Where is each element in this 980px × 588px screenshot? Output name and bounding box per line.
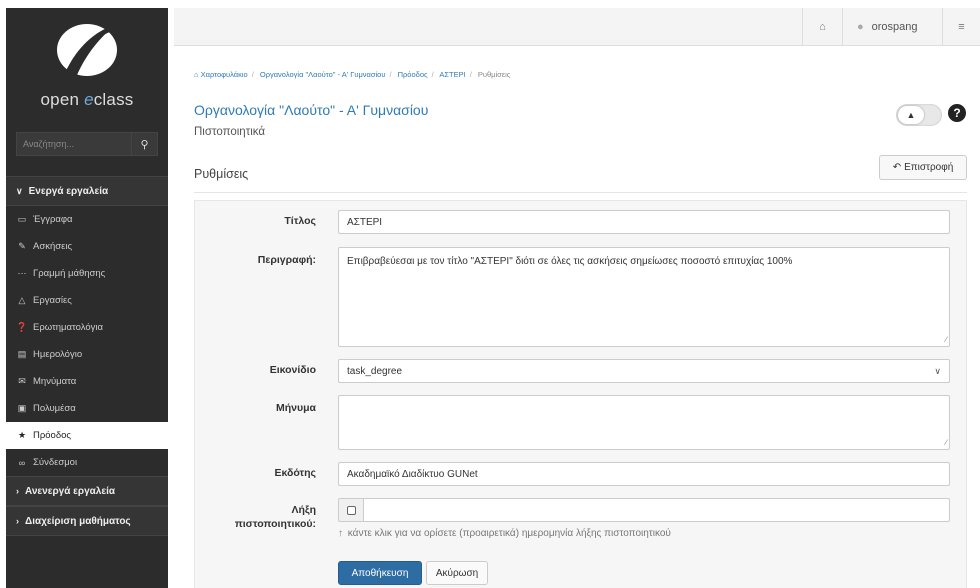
expiry-date-input[interactable] [364,498,950,522]
icon-select[interactable]: task_degree ∨ [338,359,950,383]
calendar-icon: ▤ [17,349,27,359]
expiry-checkbox[interactable] [346,505,356,515]
user-menu[interactable]: ● orospang [842,8,942,46]
home-icon: ⌂ [194,70,199,79]
ellipsis-icon: ⋯ [17,268,27,278]
expiry-checkbox-addon[interactable] [338,498,364,522]
nav-header-course-admin[interactable]: › Διαχείριση μαθήματος [6,506,168,536]
divider [194,192,967,193]
cancel-button[interactable]: Ακύρωση [426,561,488,585]
nav-header-inactive-tools[interactable]: › Ανενεργά εργαλεία [6,476,168,506]
sidebar-item-multimedia[interactable]: ▣ Πολυμέσα [6,395,168,422]
sidebar-item-learning-path[interactable]: ⋯ Γραμμή μάθησης [6,260,168,287]
breadcrumb-current: Ρυθμίσεις [477,70,511,79]
flask-icon: △ [18,295,26,305]
back-button[interactable]: ↶ Επιστροφή [879,155,967,180]
chevron-right-icon: › [16,486,19,496]
sidebar-item-documents[interactable]: ▭ Έγγραφα [6,206,168,233]
level-up-icon: ↑ [338,528,343,539]
sidebar-item-questionnaires[interactable]: ❓ Ερωτηματολόγια [6,314,168,341]
sidebar-search: Αναζήτηση... ⚲ [16,132,158,156]
expiry-label: Λήξη πιστοποιητικού: [234,504,316,530]
breadcrumb-progress[interactable]: Πρόοδος [398,70,428,79]
icon-label: Εικονίδιο [269,364,316,376]
logo[interactable] [6,8,168,88]
message-label: Μήνυμα [276,402,316,414]
sidebar-item-links[interactable]: ∞ Σύνδεσμοι [6,449,168,476]
reply-icon: ↶ [892,162,902,173]
breadcrumb-course[interactable]: Οργανολογία "Λαούτο" - Α' Γυμνασίου [260,70,386,79]
search-icon[interactable]: ⚲ [131,133,157,155]
link-icon: ∞ [18,457,26,468]
sidebar-item-progress[interactable]: ★ Πρόοδος [6,422,168,449]
save-button[interactable]: Αποθήκευση [338,561,422,585]
nav-header-active-tools[interactable]: ∨ Ενεργά εργαλεία [6,176,168,206]
title-input[interactable]: ΑΣΤΕΡΙ [338,210,950,234]
breadcrumb-certificate[interactable]: ΑΣΤΕΡΙ [439,70,465,79]
sidebar: open eclass Αναζήτηση... ⚲ ∨ Ενεργά εργα… [6,8,168,588]
brand-name: open eclass [40,90,134,109]
help-icon[interactable]: ? [948,104,966,122]
issuer-label: Εκδότης [274,467,316,479]
description-label: Περιγραφή: [257,254,316,266]
trophy-icon: ★ [17,430,27,440]
course-title[interactable]: Οργανολογία "Λαούτο" - Α' Γυμνασίου [194,102,428,118]
topbar: ⌂ ● orospang ≡ [174,8,980,46]
resize-grip-icon[interactable]: ∕ [946,335,947,344]
breadcrumb-portfolio[interactable]: Χαρτοφυλάκιο [201,70,248,79]
chevron-down-icon: ∨ [934,366,941,376]
sliders-icon[interactable]: ≡ [942,8,980,46]
chevron-right-icon: › [16,516,19,526]
sidebar-item-exercises[interactable]: ✎ Ασκήσεις [6,233,168,260]
sidebar-item-assignments[interactable]: △ Εργασίες [6,287,168,314]
resize-grip-icon[interactable]: ∕ [946,438,947,447]
page-subtitle: Πιστοποιητικά [194,126,266,138]
envelope-icon: ✉ [18,376,26,386]
eclass-logo-icon [57,24,117,76]
home-icon[interactable]: ⌂ [802,8,842,46]
user-icon: ● [857,21,864,33]
issuer-input[interactable]: Ακαδημαϊκό Διαδίκτυο GUNet [338,462,950,486]
student-view-toggle[interactable]: ▲ [896,104,942,126]
message-textarea[interactable]: ∕ [338,395,950,450]
graduation-cap-icon: ▲ [898,106,924,124]
section-title: Ρυθμίσεις [194,167,249,181]
question-circle-icon: ❓ [16,322,28,332]
sidebar-item-messages[interactable]: ✉ Μηνύματα [6,368,168,395]
description-textarea[interactable]: Επιβραβεύεσαι με τον τίτλο "ΑΣΤΕΡΙ" διότ… [338,247,950,347]
folder-icon: ▭ [17,214,27,224]
title-label: Τίτλος [284,215,316,227]
edit-icon: ✎ [18,241,26,251]
chevron-down-icon: ∨ [16,185,23,196]
app-window: open eclass Αναζήτηση... ⚲ ∨ Ενεργά εργα… [0,0,980,588]
film-icon: ▣ [17,403,27,413]
expiry-date-group [338,498,950,522]
expiry-hint: ↑ κάντε κλικ για να ορίσετε (προαιρετικά… [338,528,671,539]
sidebar-item-calendar[interactable]: ▤ Ημερολόγιο [6,341,168,368]
breadcrumb: ⌂ Χαρτοφυλάκιο / Οργανολογία "Λαούτο" - Α… [194,70,511,79]
search-input[interactable]: Αναζήτηση... [17,133,131,155]
